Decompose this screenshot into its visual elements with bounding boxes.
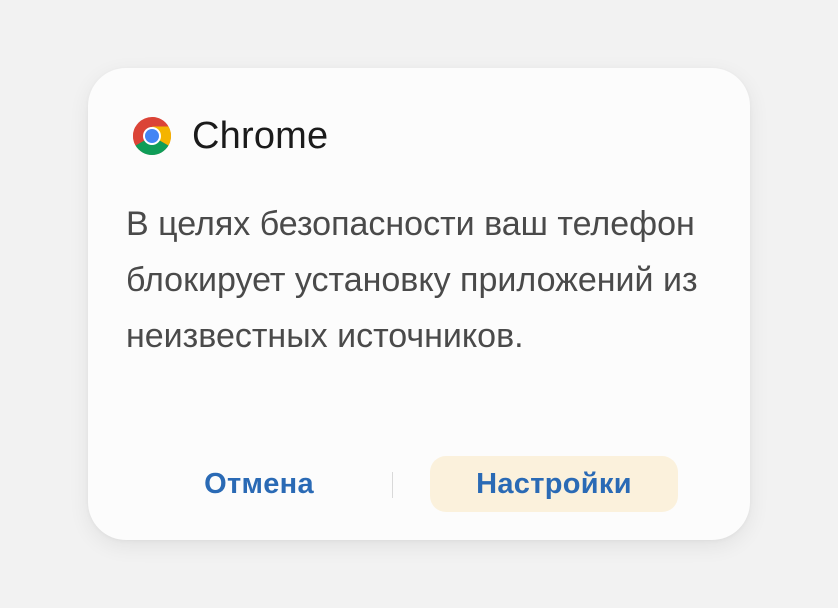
dialog-header: Chrome (132, 114, 328, 158)
security-dialog: Chrome В целях безопасности ваш телефон … (88, 68, 750, 540)
chrome-icon (133, 117, 171, 155)
dialog-buttons: Отмена Настройки (88, 456, 750, 512)
button-divider (392, 472, 393, 498)
cancel-button[interactable]: Отмена (148, 456, 370, 512)
app-name: Chrome (192, 115, 329, 157)
settings-button[interactable]: Настройки (430, 456, 678, 512)
dialog-message: В целях безопасности ваш телефон блокиру… (126, 205, 698, 355)
